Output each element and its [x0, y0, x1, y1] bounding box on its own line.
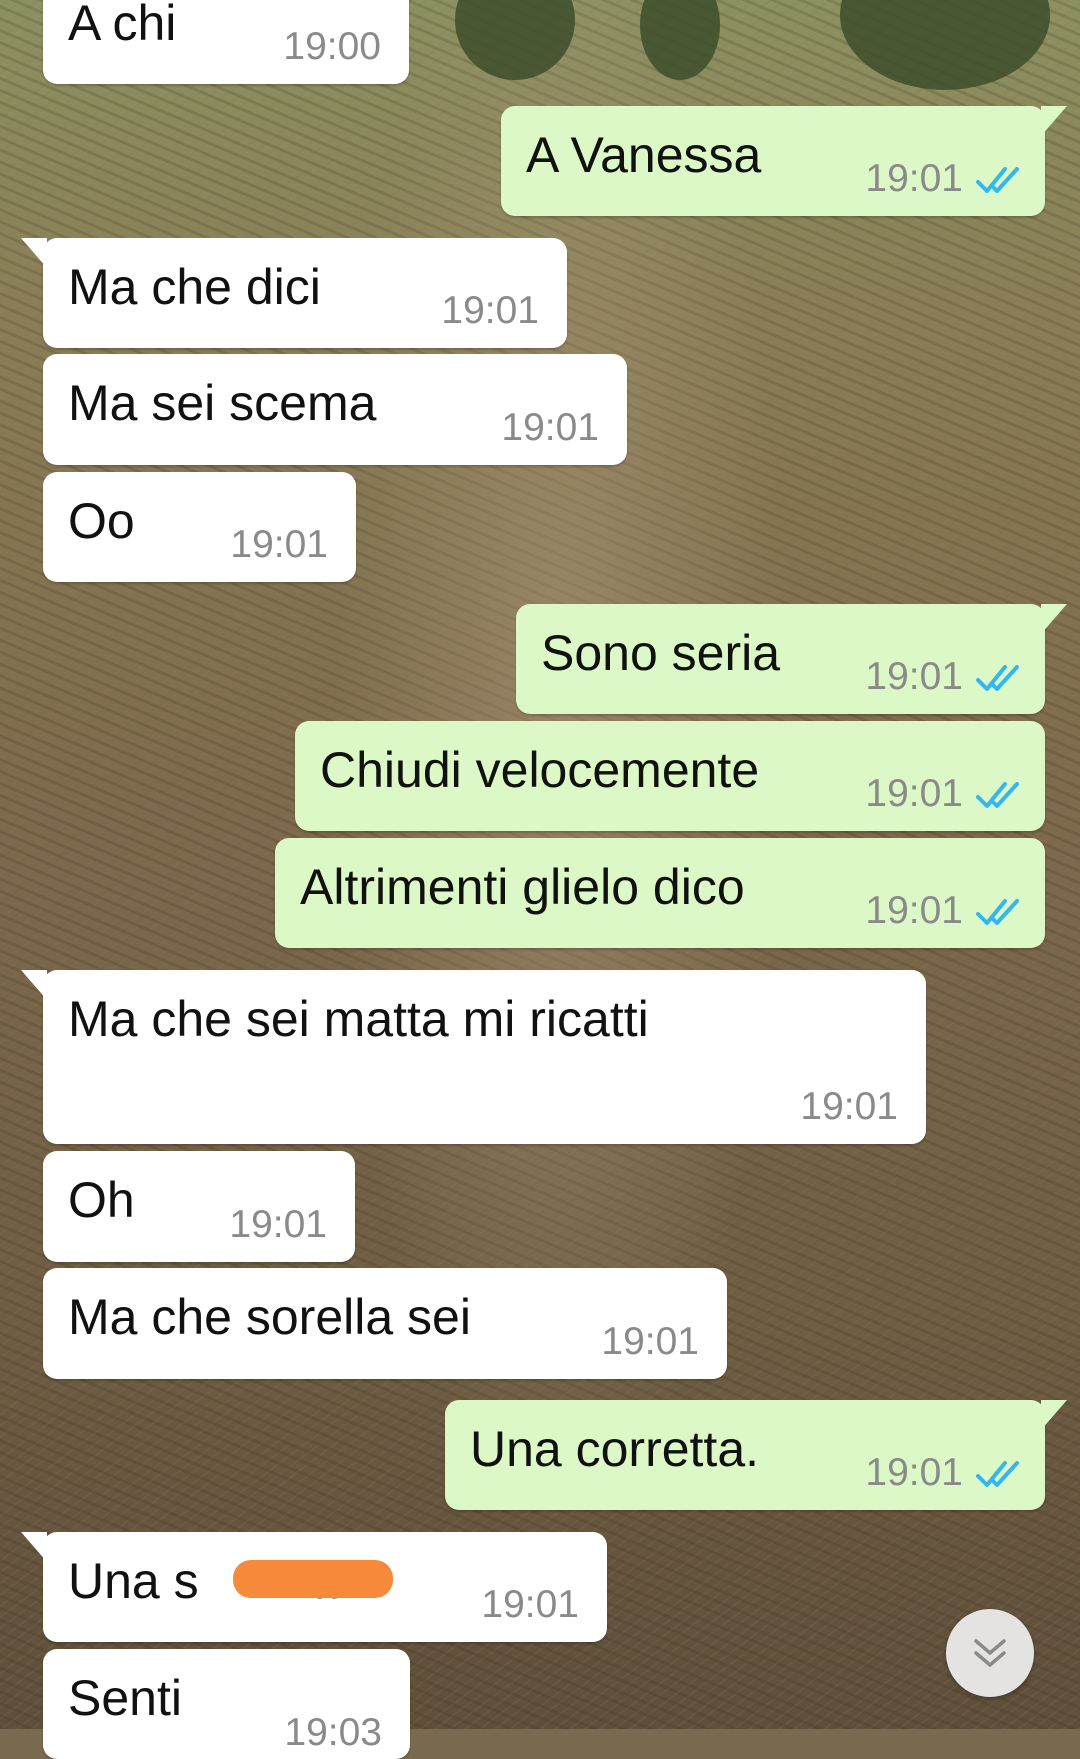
message-bubble-incoming[interactable]: Ma sei scema 19:01 [43, 354, 627, 465]
message-bubble-outgoing[interactable]: Sono seria 19:01 [516, 604, 1067, 714]
message-text: A Vanessa [526, 127, 762, 183]
message-text: Chiudi velocemente [320, 742, 760, 798]
message-text: Ma che dici [68, 259, 321, 315]
message-text: Ma che sei matta mi ricatti [68, 991, 649, 1047]
message-bubble-incoming[interactable]: Ma che sorella sei 19:01 [43, 1268, 727, 1379]
message-bubble-outgoing[interactable]: Una corretta. 19:01 [445, 1400, 1067, 1510]
message-time: 19:01 [441, 289, 539, 332]
message-text: Una corretta. [470, 1421, 760, 1477]
message-bubble-incoming[interactable]: Oo 19:01 [43, 472, 356, 582]
message-bubble-incoming[interactable]: Una s a! 19:01 [21, 1532, 607, 1642]
wallpaper-tree [455, 0, 575, 80]
message-time: 19:01 [800, 1085, 898, 1128]
double-check-icon [976, 899, 1019, 925]
message-bubble-incoming[interactable]: Ma che dici 19:01 [21, 238, 567, 348]
double-check-icon [976, 782, 1019, 808]
message-bubble-outgoing[interactable]: Chiudi velocemente 19:01 [295, 721, 1045, 831]
wallpaper-tree [640, 0, 720, 80]
message-time: 19:01 [865, 889, 963, 932]
message-text: Oo [68, 493, 135, 549]
message-bubble-incoming[interactable]: Ma che sei matta mi ricatti 19:01 [21, 970, 926, 1144]
message-text: A chi [68, 0, 177, 51]
message-text: Ma sei scema [68, 375, 377, 431]
scroll-to-bottom-button[interactable] [946, 1609, 1034, 1697]
message-time: 19:01 [865, 157, 963, 200]
message-bubble-incoming[interactable]: A chi 19:00 [43, 0, 409, 84]
double-check-icon [976, 167, 1019, 193]
wallpaper-tree [840, 0, 1050, 90]
message-text: Oh [68, 1172, 135, 1228]
message-bubble-outgoing[interactable]: A Vanessa 19:01 [501, 106, 1067, 216]
message-bubble-incoming[interactable]: Senti 19:03 [43, 1649, 410, 1759]
double-chevron-down-icon [974, 1639, 1006, 1667]
message-time: 19:00 [283, 25, 381, 68]
message-time: 19:01 [865, 1451, 963, 1494]
message-time: 19:01 [601, 1320, 699, 1363]
message-time: 19:01 [865, 772, 963, 815]
message-time: 19:01 [230, 523, 328, 566]
message-time: 19:01 [481, 1583, 579, 1626]
message-time: 19:03 [284, 1711, 382, 1754]
message-text: Altrimenti glielo dico [300, 859, 745, 915]
message-text: Ma che sorella sei [68, 1289, 471, 1345]
message-text: Sono seria [541, 625, 781, 681]
message-bubble-outgoing[interactable]: Altrimenti glielo dico 19:01 [275, 838, 1045, 948]
message-time: 19:01 [229, 1203, 327, 1246]
message-bubble-incoming[interactable]: Oh 19:01 [43, 1151, 355, 1262]
message-text: Senti [68, 1670, 182, 1726]
message-time: 19:01 [501, 406, 599, 449]
double-check-icon [976, 665, 1019, 691]
redaction-mark [233, 1560, 393, 1598]
message-time: 19:01 [865, 655, 963, 698]
double-check-icon [976, 1461, 1019, 1487]
